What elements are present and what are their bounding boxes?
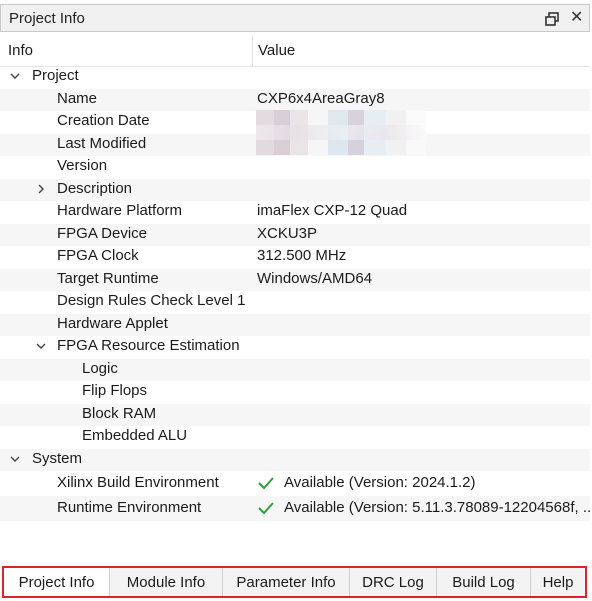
tree-label: Xilinx Build Environment: [57, 474, 219, 491]
tree-value: Available (Version: 5.11.3.78089-1220456…: [284, 499, 592, 516]
tree-value: CXP6x4AreaGray8: [257, 89, 385, 107]
chevron-down-icon[interactable]: [35, 340, 47, 352]
tree-row-fpga-device[interactable]: FPGA Device XCKU3P: [0, 223, 590, 246]
tree-row-logic[interactable]: Logic: [0, 358, 590, 381]
value-column-header[interactable]: Value: [258, 42, 295, 59]
tree-label: Block RAM: [82, 404, 157, 422]
tree-row-system[interactable]: System: [0, 448, 590, 471]
column-divider[interactable]: [252, 36, 253, 66]
chevron-down-icon[interactable]: [9, 453, 21, 465]
project-info-panel: Project Info ✕ Info Value Project Name C…: [0, 0, 592, 601]
tree-row-project[interactable]: Project: [0, 66, 590, 89]
checkmark-icon: [258, 477, 274, 490]
tree-row-embedded-alu[interactable]: Embedded ALU: [0, 426, 590, 449]
redacted-dates-blur: [256, 110, 426, 155]
tree-label: FPGA Device: [57, 224, 148, 242]
tab-module-info[interactable]: Module Info: [110, 568, 223, 596]
tree-label: Runtime Environment: [57, 499, 202, 516]
tab-parameter-info[interactable]: Parameter Info: [223, 568, 350, 596]
tree-label: Design Rules Check Level 1: [57, 292, 246, 309]
tree-header: Info Value: [0, 36, 590, 67]
tab-help[interactable]: Help: [531, 568, 585, 596]
tree-label: Hardware Applet: [57, 314, 168, 332]
tree-label: Name: [57, 89, 98, 107]
tree-label: Project: [32, 67, 79, 84]
tree-label: FPGA Resource Estimation: [57, 337, 240, 354]
tree-row-hardware-applet[interactable]: Hardware Applet: [0, 313, 590, 336]
tree-label: FPGA Clock: [57, 247, 139, 264]
tree-row-drc-level[interactable]: Design Rules Check Level 1: [0, 291, 590, 314]
panel-titlebar: Project Info ✕: [0, 4, 590, 32]
tree-label: Flip Flops: [82, 382, 148, 399]
tree-row-name[interactable]: Name CXP6x4AreaGray8: [0, 88, 590, 111]
tree-label: Logic: [82, 359, 118, 377]
tree-row-fpga-resource-estimation[interactable]: FPGA Resource Estimation: [0, 336, 590, 359]
tree-label: Last Modified: [57, 134, 147, 152]
tree-row-description[interactable]: Description: [0, 178, 590, 201]
tree-row-hardware-platform[interactable]: Hardware Platform imaFlex CXP-12 Quad: [0, 201, 590, 224]
tree-label: System: [32, 449, 83, 467]
chevron-right-icon[interactable]: [35, 183, 47, 195]
restore-window-icon[interactable]: [545, 12, 559, 26]
tree-value: Available (Version: 2024.1.2): [284, 474, 476, 491]
tab-drc-log[interactable]: DRC Log: [350, 568, 437, 596]
chevron-down-icon[interactable]: [9, 70, 21, 82]
tree-label: Creation Date: [57, 112, 150, 129]
tree-row-xilinx-build-environment[interactable]: Xilinx Build Environment Available (Vers…: [0, 471, 590, 496]
tree-label: Hardware Platform: [57, 202, 183, 219]
tab-project-info[interactable]: Project Info: [4, 568, 110, 596]
info-column-header[interactable]: Info: [8, 42, 33, 59]
tree-label: Target Runtime: [57, 269, 159, 287]
tree-row-runtime-environment[interactable]: Runtime Environment Available (Version: …: [0, 496, 592, 521]
tree-label: Embedded ALU: [82, 427, 188, 444]
tab-build-log[interactable]: Build Log: [437, 568, 531, 596]
tree-row-target-runtime[interactable]: Target Runtime Windows/AMD64: [0, 268, 590, 291]
checkmark-icon: [258, 502, 274, 515]
tree-label: Description: [57, 179, 133, 197]
close-icon[interactable]: ✕: [570, 8, 583, 28]
tree-value: XCKU3P: [257, 224, 318, 242]
tree-row-fpga-clock[interactable]: FPGA Clock 312.500 MHz: [0, 246, 590, 269]
tree-row-block-ram[interactable]: Block RAM: [0, 403, 590, 426]
tree-row-version[interactable]: Version: [0, 156, 590, 179]
tree-value: Windows/AMD64: [257, 269, 373, 287]
panel-title: Project Info: [9, 10, 85, 27]
tree-label: Version: [57, 157, 108, 174]
tree-row-flip-flops[interactable]: Flip Flops: [0, 381, 590, 404]
tree-value: imaFlex CXP-12 Quad: [257, 202, 408, 219]
bottom-tab-bar: Project Info Module Info Parameter Info …: [2, 566, 587, 598]
tree-value: 312.500 MHz: [257, 247, 347, 264]
